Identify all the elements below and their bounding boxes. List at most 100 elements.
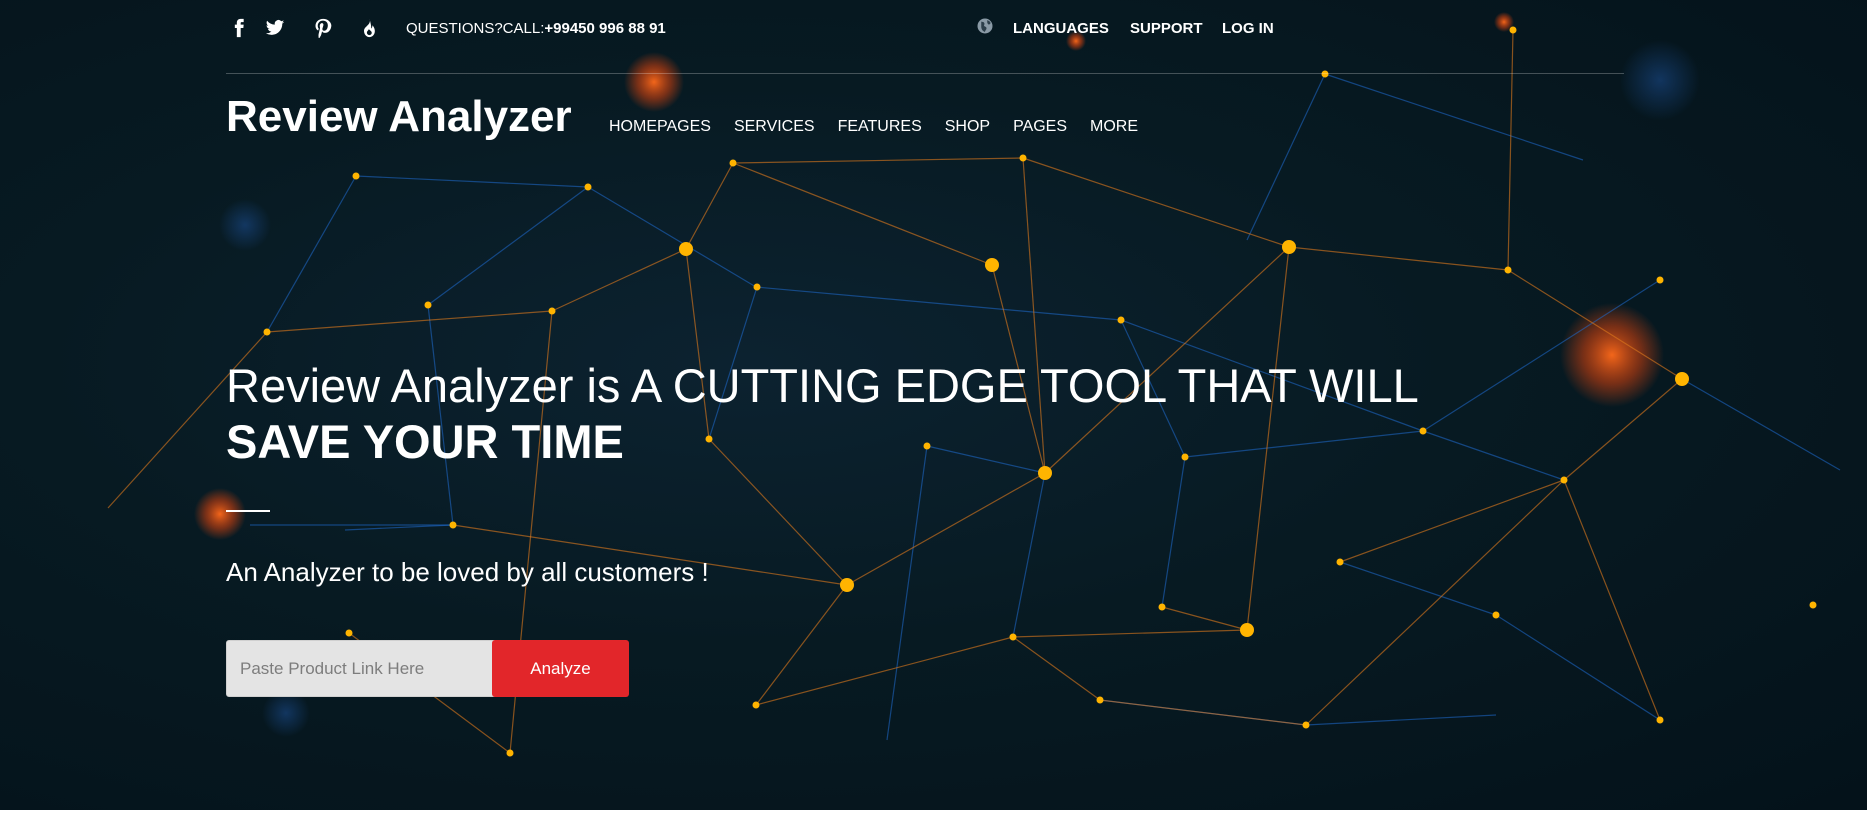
network-node xyxy=(1504,266,1512,274)
nav-shop[interactable]: SHOP xyxy=(945,118,990,136)
bokeh-glow xyxy=(1620,40,1700,120)
network-link-blue xyxy=(344,524,454,531)
network-link-blue xyxy=(1012,472,1046,638)
twitter-icon[interactable] xyxy=(262,14,288,42)
login-link[interactable]: LOG IN xyxy=(1222,20,1274,37)
product-link-input[interactable] xyxy=(226,640,518,697)
network-node xyxy=(584,183,592,191)
network-link-orange xyxy=(551,248,687,312)
network-link-orange xyxy=(755,584,848,706)
network-node xyxy=(752,701,760,709)
network-link-blue xyxy=(1246,73,1326,241)
bokeh-glow xyxy=(219,199,271,251)
network-node xyxy=(548,307,556,315)
header-divider xyxy=(226,73,1624,74)
network-link-orange xyxy=(732,162,993,266)
network-node xyxy=(985,258,999,272)
network-node xyxy=(263,328,271,336)
network-link-orange xyxy=(685,162,734,250)
brand-logo[interactable]: Review Analyzer xyxy=(226,92,572,142)
hero-subtitle: An Analyzer to be loved by all customers… xyxy=(226,557,709,587)
network-node xyxy=(449,521,457,529)
network-link-orange xyxy=(732,157,1024,164)
network-link-blue xyxy=(1324,73,1584,161)
network-link-blue xyxy=(1305,714,1497,726)
network-link-orange xyxy=(1012,636,1101,701)
network-node xyxy=(1656,276,1664,284)
network-node xyxy=(1336,558,1344,566)
network-link-blue xyxy=(587,186,757,288)
bokeh-glow xyxy=(624,52,684,112)
network-node xyxy=(1117,316,1125,324)
network-link-blue xyxy=(1339,561,1497,616)
network-link-blue xyxy=(427,186,589,306)
network-node xyxy=(679,242,693,256)
network-link-blue xyxy=(755,286,1122,321)
bokeh-glow xyxy=(1560,303,1664,407)
analyze-button[interactable]: Analyze xyxy=(492,640,629,697)
pinterest-icon[interactable] xyxy=(310,14,336,42)
hero-section: QUESTIONS?CALL:+99450 996 88 91 LANGUAGE… xyxy=(0,0,1867,810)
accent-divider xyxy=(226,510,270,512)
facebook-icon[interactable] xyxy=(226,14,252,42)
network-node xyxy=(1282,240,1296,254)
nav-services[interactable]: SERVICES xyxy=(734,118,815,136)
languages-link[interactable]: LANGUAGES xyxy=(1013,20,1109,37)
network-link-orange xyxy=(846,472,1046,586)
network-node xyxy=(729,159,737,167)
network-link-orange xyxy=(1288,246,1509,271)
network-link-orange xyxy=(266,310,553,333)
top-bar: QUESTIONS?CALL:+99450 996 88 91 LANGUAGE… xyxy=(226,14,1624,44)
network-node xyxy=(506,749,514,757)
network-node xyxy=(1240,623,1254,637)
network-node xyxy=(1492,611,1500,619)
network-link-blue xyxy=(1495,614,1661,721)
network-node xyxy=(1158,603,1166,611)
network-link-orange xyxy=(1305,479,1565,726)
network-node xyxy=(840,578,854,592)
network-link-blue xyxy=(266,175,357,333)
network-link-blue xyxy=(1681,378,1841,471)
bokeh-glow xyxy=(194,488,246,540)
headline-line-1: Review Analyzer is A CUTTING EDGE TOOL T… xyxy=(226,359,1419,412)
network-node xyxy=(1675,372,1689,386)
network-node xyxy=(1009,633,1017,641)
network-node xyxy=(1656,716,1664,724)
network-node xyxy=(1419,427,1427,435)
headline-line-2: SAVE YOUR TIME xyxy=(226,415,624,468)
network-node xyxy=(1019,154,1027,162)
nav-homepages[interactable]: HOMEPAGES xyxy=(609,118,711,136)
network-node xyxy=(1809,601,1817,609)
network-node xyxy=(1302,721,1310,729)
network-node xyxy=(1321,70,1329,78)
network-link-orange xyxy=(1563,479,1661,721)
network-node xyxy=(424,301,432,309)
network-link-blue xyxy=(886,445,928,741)
hero-headline: Review Analyzer is A CUTTING EDGE TOOL T… xyxy=(226,358,1419,470)
network-node xyxy=(753,283,761,291)
nav-pages[interactable]: PAGES xyxy=(1013,118,1067,136)
network-link-orange xyxy=(1161,606,1248,631)
main-nav: HOMEPAGES SERVICES FEATURES SHOP PAGES M… xyxy=(609,118,1161,136)
network-link-orange xyxy=(1012,629,1248,638)
questions-label: QUESTIONS?CALL: xyxy=(406,20,545,37)
contact-phone: QUESTIONS?CALL:+99450 996 88 91 xyxy=(406,20,666,37)
network-link-orange xyxy=(1099,699,1307,726)
support-link[interactable]: SUPPORT xyxy=(1130,20,1203,37)
fire-icon[interactable] xyxy=(356,14,382,42)
network-link-orange xyxy=(1022,157,1290,248)
network-link-blue xyxy=(1422,430,1565,481)
network-node xyxy=(352,172,360,180)
nav-features[interactable]: FEATURES xyxy=(838,118,922,136)
network-link-blue xyxy=(1161,456,1186,608)
network-link-orange xyxy=(1507,29,1514,271)
network-link-orange xyxy=(1339,479,1565,563)
network-link-blue xyxy=(355,175,589,188)
phone-number[interactable]: +99450 996 88 91 xyxy=(544,20,665,37)
globe-icon[interactable] xyxy=(976,17,994,35)
nav-more[interactable]: MORE xyxy=(1090,118,1138,136)
network-node xyxy=(1096,696,1104,704)
network-node xyxy=(345,629,353,637)
network-node xyxy=(1560,476,1568,484)
network-link-orange xyxy=(755,636,1014,706)
